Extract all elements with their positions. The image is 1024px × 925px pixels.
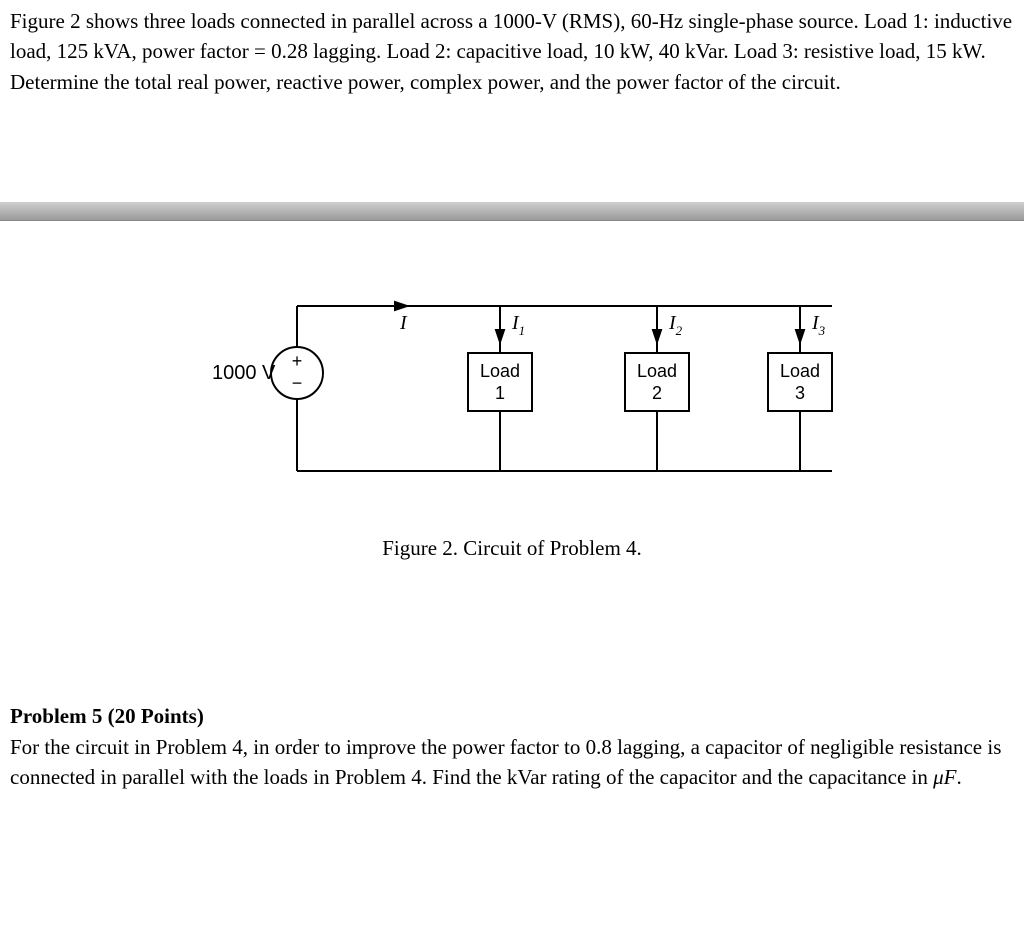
problem5-text-b: . bbox=[956, 765, 961, 789]
problem5-title: Problem 5 (20 Points) bbox=[10, 701, 1014, 731]
label-i2: I2 bbox=[668, 312, 683, 338]
circuit-diagram: + − 1000 V Load 1 Load 2 Load 3 bbox=[132, 251, 892, 511]
problem4-statement: Figure 2 shows three loads connected in … bbox=[0, 0, 1024, 97]
source-voltage-label: 1000 V bbox=[212, 362, 276, 384]
load1-num: 1 bbox=[495, 383, 505, 403]
page: Figure 2 shows three loads connected in … bbox=[0, 0, 1024, 803]
wiring bbox=[297, 306, 832, 471]
label-i1: I1 bbox=[511, 312, 525, 338]
label-i3: I3 bbox=[811, 312, 826, 338]
label-i: I bbox=[399, 312, 408, 334]
arrow-i2 bbox=[653, 330, 661, 342]
problem4-text: Figure 2 shows three loads connected in … bbox=[10, 9, 1012, 94]
problem5-text: For the circuit in Problem 4, in order t… bbox=[10, 732, 1014, 793]
current-arrows bbox=[395, 302, 804, 342]
source-minus: − bbox=[292, 373, 303, 393]
figure-2: + − 1000 V Load 1 Load 2 Load 3 bbox=[0, 251, 1024, 611]
problem5-text-a: For the circuit in Problem 4, in order t… bbox=[10, 735, 1001, 789]
current-labels: I I1 I2 I3 bbox=[399, 312, 826, 338]
load3-word: Load bbox=[780, 361, 820, 381]
figure-caption: Figure 2. Circuit of Problem 4. bbox=[0, 533, 1024, 563]
arrow-i3 bbox=[796, 330, 804, 342]
problem5: Problem 5 (20 Points) For the circuit in… bbox=[0, 701, 1024, 802]
arrow-i bbox=[395, 302, 407, 310]
source-plus: + bbox=[292, 351, 303, 371]
load3-num: 3 bbox=[795, 383, 805, 403]
load2-word: Load bbox=[637, 361, 677, 381]
problem5-muF: μF bbox=[933, 765, 956, 789]
separator-bar bbox=[0, 202, 1024, 221]
load2-num: 2 bbox=[652, 383, 662, 403]
load1-word: Load bbox=[480, 361, 520, 381]
arrow-i1 bbox=[496, 330, 504, 342]
